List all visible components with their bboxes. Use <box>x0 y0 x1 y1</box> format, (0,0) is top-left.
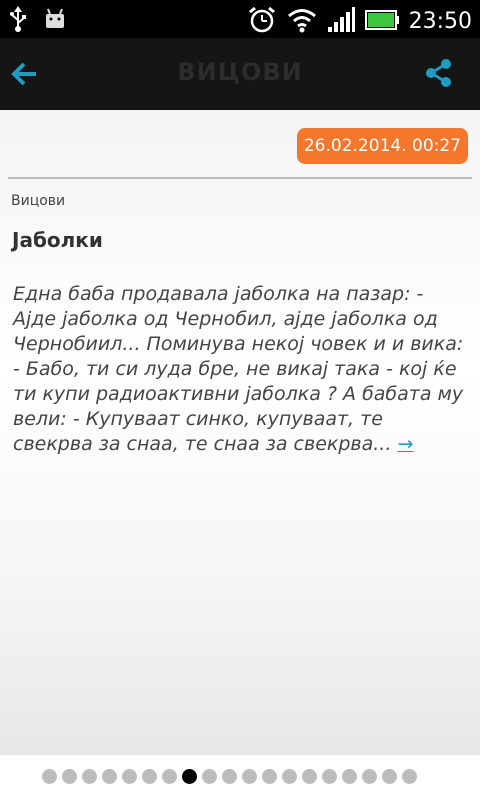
page-dot-active[interactable] <box>182 769 197 784</box>
page-indicator <box>42 769 417 784</box>
article-body-text: Една баба продавала јаболка на пазар: - … <box>13 283 464 455</box>
action-bar: ВИЦОВИ <box>0 38 480 112</box>
page-dot[interactable] <box>402 769 417 784</box>
page-dot[interactable] <box>122 769 137 784</box>
page-dot[interactable] <box>302 769 317 784</box>
page-dot[interactable] <box>162 769 177 784</box>
article-content: 26.02.2014. 00:27 Вицови Јаболки Една ба… <box>0 110 480 755</box>
article-title: Јаболки <box>12 228 103 252</box>
article-body: Една баба продавала јаболка на пазар: - … <box>13 282 468 457</box>
page-dot[interactable] <box>42 769 57 784</box>
page-dot[interactable] <box>342 769 357 784</box>
page-dot[interactable] <box>242 769 257 784</box>
android-debug-icon <box>42 6 68 36</box>
battery-icon <box>364 9 399 35</box>
category-label: Вицови <box>11 193 66 209</box>
page-dot[interactable] <box>142 769 157 784</box>
page-dot[interactable] <box>282 769 297 784</box>
share-icon[interactable] <box>424 58 454 88</box>
signal-icon <box>327 7 355 37</box>
status-bar: 23:50 <box>0 0 480 38</box>
wifi-icon <box>287 7 317 37</box>
page-dot[interactable] <box>362 769 377 784</box>
page-dot[interactable] <box>222 769 237 784</box>
read-more-link[interactable]: → <box>397 433 413 455</box>
page-dot[interactable] <box>382 769 397 784</box>
page-dot[interactable] <box>62 769 77 784</box>
usb-icon <box>8 6 28 36</box>
page-dot[interactable] <box>102 769 117 784</box>
page-dot[interactable] <box>202 769 217 784</box>
page-dot[interactable] <box>82 769 97 784</box>
alarm-icon <box>247 5 277 39</box>
page-dot[interactable] <box>322 769 337 784</box>
date-badge: 26.02.2014. 00:27 <box>296 128 468 164</box>
divider <box>8 177 472 179</box>
pager-bar <box>0 755 480 800</box>
page-dot[interactable] <box>262 769 277 784</box>
clock-time: 23:50 <box>408 9 472 34</box>
page-title: ВИЦОВИ <box>177 58 303 86</box>
